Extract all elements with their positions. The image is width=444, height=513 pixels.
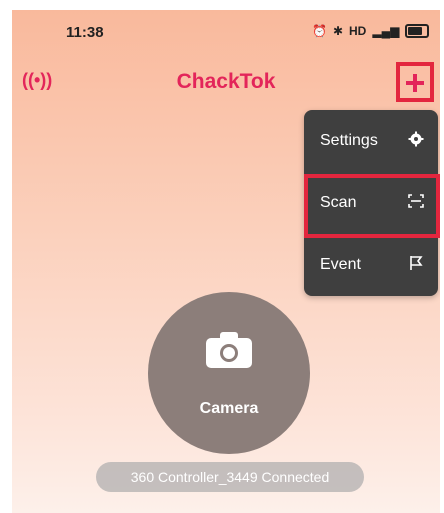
camera-icon [206,332,252,368]
camera-label: Camera [199,400,259,417]
app-screen: 11:38 ⏰ ✱ HD ▂▄▆ ((•)) ChackTok Settings [12,10,440,513]
scan-icon [408,193,424,213]
menu-item-scan-label: Scan [320,194,357,211]
battery-icon [405,24,430,38]
app-title: ChackTok [176,70,276,93]
menu-item-settings-label: Settings [320,132,378,149]
flag-icon [408,255,424,275]
alarm-icon: ⏰ [312,24,327,38]
dropdown-menu: Settings Scan Event [304,110,438,296]
bluetooth-icon: ✱ [332,24,344,38]
status-time: 11:38 [66,24,104,41]
connection-status-badge: 360 Controller_3449 Connected [96,462,364,492]
menu-item-event[interactable]: Event [304,234,438,296]
signal-icon: ▂▄▆ [372,24,400,38]
menu-item-scan[interactable]: Scan [304,172,438,234]
menu-item-event-label: Event [320,256,361,273]
camera-button[interactable]: Camera [148,292,310,454]
hd-icon: HD [349,24,367,38]
app-bar: ((•)) ChackTok [12,62,440,108]
add-button[interactable] [396,62,434,102]
gear-icon [408,131,424,151]
status-icons: ⏰ ✱ HD ▂▄▆ [312,24,430,38]
status-bar: 11:38 ⏰ ✱ HD ▂▄▆ [12,10,440,54]
menu-item-settings[interactable]: Settings [304,110,438,172]
